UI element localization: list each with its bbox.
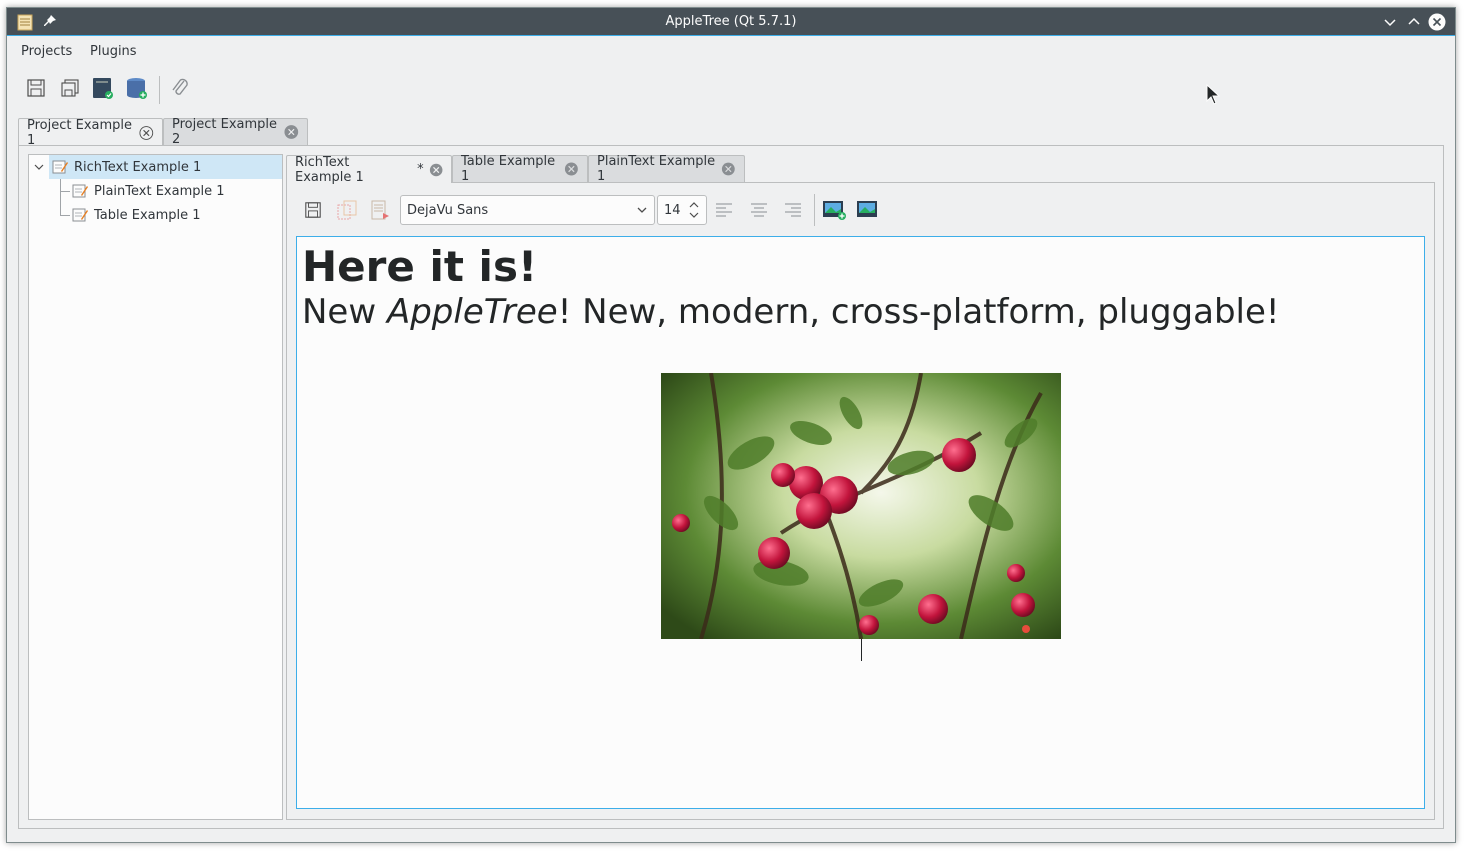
- attach-icon: [172, 78, 188, 95]
- apple-tree-image[interactable]: [661, 373, 1061, 639]
- mouse-pointer-icon: [1206, 84, 1220, 105]
- font-size-spinbox[interactable]: 14: [657, 195, 707, 225]
- close-icon[interactable]: [429, 162, 443, 178]
- subtitle-italic: AppleTree: [386, 292, 558, 332]
- toolbar-separator: [814, 194, 815, 226]
- tree-branch-line: [60, 179, 61, 216]
- tab-label: PlainText Example 1: [597, 154, 716, 184]
- export-document-button[interactable]: [366, 196, 394, 224]
- close-icon[interactable]: [139, 125, 154, 141]
- align-left-button[interactable]: [710, 196, 738, 224]
- spin-arrows-icon[interactable]: [688, 199, 700, 221]
- tab-label: Project Example 1: [27, 117, 133, 148]
- close-icon[interactable]: [721, 161, 736, 177]
- chevron-down-icon: [637, 207, 647, 213]
- font-family-value: DejaVu Sans: [407, 202, 489, 218]
- align-center-icon: [751, 203, 767, 217]
- tab-table-example-1[interactable]: Table Example 1: [452, 154, 588, 184]
- edit-document-icon: [72, 208, 88, 222]
- save-all-button[interactable]: [56, 74, 84, 102]
- close-icon[interactable]: [284, 124, 299, 140]
- node-tree[interactable]: RichText Example 1 PlainText Example 1 T…: [28, 154, 283, 820]
- tab-project-example-1[interactable]: Project Example 1: [18, 117, 163, 148]
- database-add-button[interactable]: [123, 74, 151, 102]
- tab-label: Table Example 1: [461, 154, 556, 184]
- tree-item-table[interactable]: Table Example 1: [69, 203, 201, 227]
- tab-project-example-2[interactable]: Project Example 2: [163, 117, 308, 147]
- maximize-icon[interactable]: [1405, 13, 1423, 31]
- font-size-value: 14: [664, 202, 681, 218]
- editor-save-button[interactable]: [299, 196, 327, 224]
- document-subtitle: New AppleTree! New, modern, cross-platfo…: [302, 291, 1280, 333]
- save-icon: [27, 79, 45, 97]
- tab-richtext-example-1[interactable]: RichText Example 1 *: [286, 154, 452, 185]
- tab-plaintext-example-1[interactable]: PlainText Example 1: [588, 154, 745, 184]
- edit-document-icon: [52, 160, 68, 174]
- subtitle-prefix: New: [302, 292, 387, 332]
- tab-label: RichText Example 1: [295, 154, 364, 185]
- copy-format-icon: [337, 200, 357, 220]
- menu-projects[interactable]: Projects: [21, 44, 72, 59]
- tree-item-plaintext[interactable]: PlainText Example 1: [69, 179, 225, 203]
- save-button[interactable]: [22, 74, 50, 102]
- database-add-icon: [127, 78, 147, 99]
- align-right-button[interactable]: [779, 196, 807, 224]
- document-heading: Here it is!: [302, 242, 538, 291]
- window-title: AppleTree (Qt 5.7.1): [665, 14, 797, 29]
- close-icon[interactable]: [564, 161, 579, 177]
- main-toolbar: [7, 74, 1455, 110]
- insert-image-button[interactable]: [820, 196, 848, 224]
- tree-item-richtext[interactable]: RichText Example 1: [49, 155, 282, 179]
- toolbar-separator: [159, 76, 160, 104]
- image-properties-icon: [857, 201, 877, 217]
- tree-item-label: RichText Example 1: [74, 159, 202, 175]
- image-properties-button[interactable]: [854, 196, 882, 224]
- close-window-icon[interactable]: [1428, 13, 1446, 31]
- align-right-icon: [785, 203, 801, 217]
- menu-plugins[interactable]: Plugins: [90, 44, 137, 59]
- save-icon: [305, 202, 321, 218]
- modified-marker: *: [417, 162, 424, 177]
- database-save-icon: [93, 78, 113, 99]
- align-left-icon: [716, 203, 732, 217]
- subtitle-suffix: ! New, modern, cross-platform, pluggable…: [557, 292, 1280, 332]
- app-window: AppleTree (Qt 5.7.1) Projects Plugins Pr…: [6, 7, 1456, 843]
- tree-item-label: Table Example 1: [94, 207, 201, 223]
- align-center-button[interactable]: [745, 196, 773, 224]
- tab-label: Project Example 2: [172, 117, 278, 147]
- font-family-select[interactable]: DejaVu Sans: [400, 195, 655, 225]
- copy-format-button[interactable]: [333, 196, 361, 224]
- menu-bar: Projects Plugins: [7, 37, 1455, 65]
- rich-text-editor[interactable]: Here it is! New AppleTree! New, modern, …: [296, 236, 1425, 809]
- text-cursor: [861, 639, 862, 661]
- title-bar: AppleTree (Qt 5.7.1): [7, 8, 1455, 36]
- tree-item-label: PlainText Example 1: [94, 183, 225, 199]
- minimize-icon[interactable]: [1381, 13, 1399, 31]
- insert-image-icon: [823, 201, 846, 220]
- database-save-button[interactable]: [89, 74, 117, 102]
- chevron-down-icon[interactable]: [34, 162, 44, 172]
- save-all-icon: [61, 79, 79, 97]
- attach-button[interactable]: [166, 74, 194, 102]
- export-document-icon: [371, 200, 389, 220]
- edit-document-icon: [72, 184, 88, 198]
